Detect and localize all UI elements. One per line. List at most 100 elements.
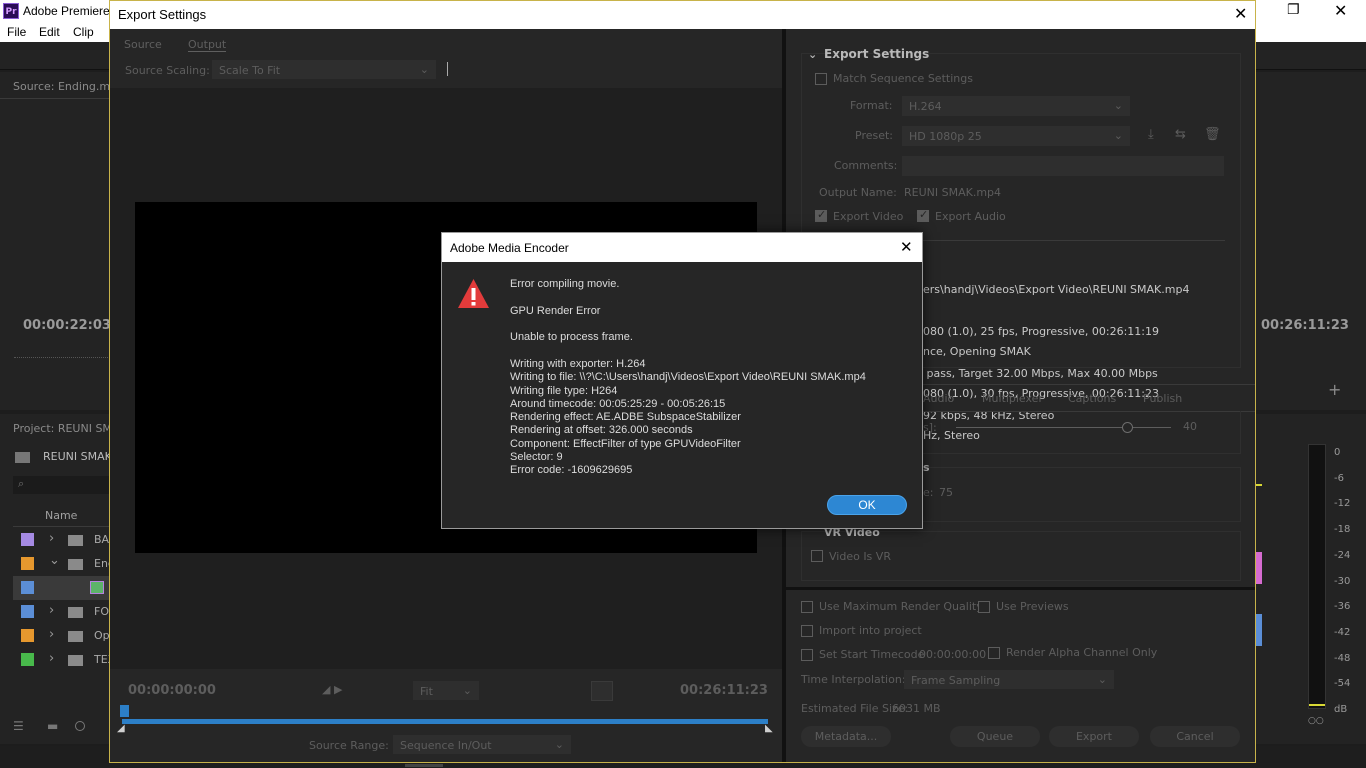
list-item[interactable]: ⌄ End — [13, 552, 110, 576]
timeline-scrubber[interactable] — [122, 719, 768, 724]
error-dialog-title: Adobe Media Encoder — [450, 241, 569, 255]
tab-audio[interactable]: Audio — [923, 392, 954, 405]
queue-button[interactable]: Queue — [950, 726, 1040, 747]
zoom-slider-handle[interactable] — [75, 721, 85, 731]
close-icon[interactable]: ✕ — [1334, 1, 1347, 20]
chevron-right-icon[interactable]: › — [49, 651, 54, 666]
time-interpolation-dropdown[interactable]: Frame Sampling ⌄ — [904, 670, 1114, 689]
import-preset-icon[interactable]: ⇆ — [1175, 127, 1186, 142]
menu-clip[interactable]: Clip — [73, 25, 94, 39]
set-start-timecode-checkbox[interactable] — [801, 649, 813, 661]
comments-input[interactable] — [902, 156, 1224, 176]
timeline-clip — [1256, 614, 1262, 646]
export-audio-checkbox[interactable] — [917, 208, 929, 222]
solo-buttons[interactable]: ○○ — [1308, 716, 1324, 726]
metadata-button[interactable]: Metadata... — [801, 726, 891, 747]
restore-icon[interactable]: ❐ — [1287, 2, 1300, 18]
divider[interactable] — [786, 587, 1255, 590]
close-icon[interactable]: ✕ — [1234, 4, 1247, 24]
chevron-right-icon[interactable]: › — [49, 603, 54, 618]
in-point-icon[interactable]: ◢ — [117, 723, 125, 734]
tab-multiplexer[interactable]: Multiplexer — [982, 392, 1043, 405]
label-color-swatch[interactable] — [21, 605, 34, 618]
label-color-swatch[interactable] — [21, 629, 34, 642]
tab-output[interactable]: Output — [188, 38, 227, 52]
source-scaling-dropdown[interactable]: Scale To Fit ⌄ — [212, 60, 436, 79]
error-dialog-titlebar: Adobe Media Encoder ✕ — [442, 233, 922, 262]
start-timecode-value[interactable]: 00:00:00:00 — [919, 648, 986, 661]
icon-view-icon[interactable]: ▬ — [47, 719, 58, 733]
timecode-end[interactable]: 00:26:11:23 — [680, 683, 768, 698]
program-timecode[interactable]: 00:26:11:23 — [1261, 318, 1349, 333]
error-headline: Error compiling movie. — [510, 278, 620, 290]
slider-handle[interactable] — [1122, 422, 1133, 433]
max-render-quality-checkbox[interactable] — [801, 601, 813, 613]
list-view-icon[interactable]: ☰ — [13, 719, 24, 733]
output-name-link[interactable]: REUNI SMAK.mp4 — [904, 186, 1001, 199]
list-item[interactable]: › TEX — [13, 648, 110, 672]
zoom-dropdown[interactable]: Fit ⌄ — [413, 681, 479, 700]
quality-value[interactable]: 75 — [939, 486, 953, 499]
list-item[interactable]: › FO — [13, 600, 110, 624]
playhead[interactable] — [120, 705, 129, 717]
aspect-correction-icon[interactable] — [591, 681, 613, 701]
list-item-label: Op — [94, 629, 110, 642]
list-item[interactable]: › BA — [13, 528, 110, 552]
label-color-swatch[interactable] — [21, 533, 34, 546]
divider — [13, 526, 110, 527]
export-button[interactable]: Export — [1049, 726, 1139, 747]
add-button-icon[interactable]: + — [1328, 380, 1341, 399]
cancel-button[interactable]: Cancel — [1150, 726, 1240, 747]
tab-captions[interactable]: Captions — [1068, 392, 1116, 405]
detail-line: Writing file type: H264 — [510, 384, 618, 397]
folder-icon — [68, 631, 83, 642]
scroll-thumb[interactable] — [405, 764, 443, 767]
menu-edit[interactable]: Edit — [39, 25, 60, 39]
chevron-right-icon[interactable]: › — [49, 627, 54, 642]
export-audio-label: Export Audio — [935, 210, 1006, 223]
list-item-label: TEX — [94, 653, 110, 666]
source-range-dropdown[interactable]: Sequence In/Out ⌄ — [393, 735, 571, 754]
project-list: › BA ⌄ End › FO › Op › TEX — [13, 528, 110, 698]
save-preset-icon[interactable]: ⤓ — [1148, 127, 1154, 142]
preview-tabs: Source Output — [110, 29, 782, 62]
close-icon[interactable]: ✕ — [900, 238, 913, 256]
list-item[interactable]: › Op — [13, 624, 110, 648]
label-color-swatch[interactable] — [21, 557, 34, 570]
trash-icon[interactable]: 🗑 — [1204, 127, 1221, 142]
detail-line: Writing with exporter: H.264 — [510, 358, 646, 370]
name-column-header[interactable]: Name — [45, 509, 77, 522]
ok-button[interactable]: OK — [827, 495, 907, 515]
timecode-start[interactable]: 00:00:00:00 — [128, 683, 216, 698]
collapse-icon[interactable]: ⌄ — [808, 48, 817, 61]
match-sequence-checkbox[interactable] — [815, 73, 827, 85]
folder-icon — [68, 607, 83, 618]
menu-file[interactable]: File — [7, 25, 26, 39]
import-into-project-checkbox[interactable] — [801, 625, 813, 637]
source-tab[interactable]: Source: Ending.mp4 — [13, 80, 110, 93]
source-range-value: Sequence In/Out — [400, 739, 492, 752]
source-timecode[interactable]: 00:00:22:03 — [23, 318, 111, 333]
tab-publish[interactable]: Publish — [1143, 392, 1182, 405]
preset-dropdown[interactable]: HD 1080p 25 ⌄ — [902, 126, 1130, 146]
project-tab[interactable]: Project: REUNI SMAK — [13, 422, 110, 435]
out-point-icon[interactable]: ◣ — [765, 723, 773, 734]
format-dropdown[interactable]: H.264 ⌄ — [902, 96, 1130, 116]
tab-source[interactable]: Source — [124, 38, 162, 51]
chevron-right-icon[interactable]: › — [49, 531, 54, 546]
meter-label: -24 — [1334, 549, 1351, 561]
list-item[interactable] — [13, 576, 110, 600]
mark-in-icon[interactable]: ◢ ▶ — [322, 683, 342, 696]
label-color-swatch[interactable] — [21, 653, 34, 666]
project-search-input[interactable]: ⌕ — [13, 476, 110, 494]
export-video-checkbox[interactable] — [815, 208, 827, 222]
render-alpha-checkbox[interactable] — [988, 647, 1000, 659]
chevron-down-icon[interactable]: ⌄ — [49, 553, 60, 568]
use-previews-checkbox[interactable] — [978, 601, 990, 613]
slider-value[interactable]: 40 — [1183, 420, 1197, 433]
folder-icon — [68, 655, 83, 666]
text-cursor — [447, 62, 448, 76]
label-color-swatch[interactable] — [21, 581, 34, 594]
video-is-vr-checkbox[interactable] — [811, 550, 823, 562]
quality-slider[interactable] — [956, 427, 1171, 428]
